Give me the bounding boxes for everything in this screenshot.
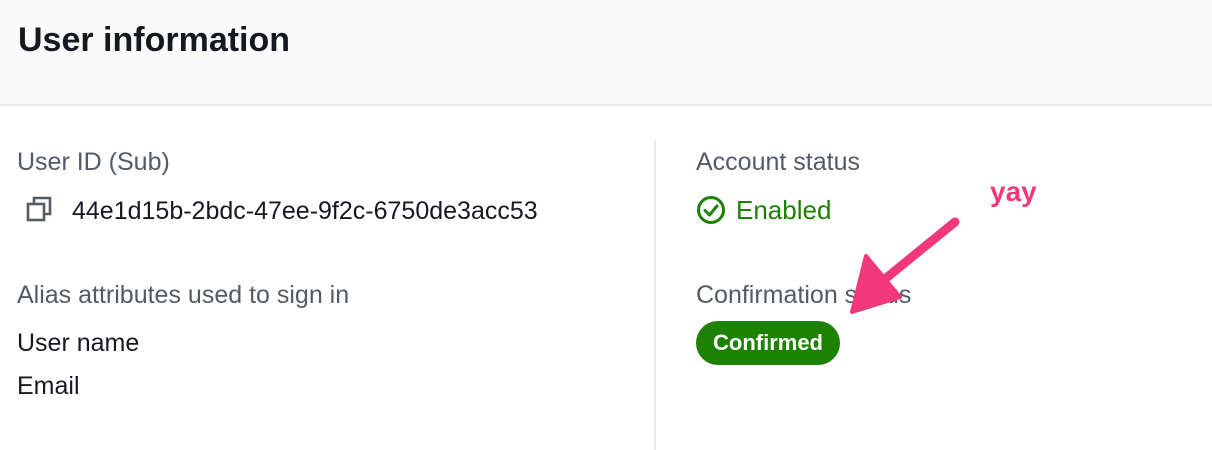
alias-attributes-label: Alias attributes used to sign in [17, 281, 350, 309]
account-status-text: Enabled [736, 195, 832, 225]
user-id-label: User ID (Sub) [17, 148, 170, 176]
confirmation-status-badge: Confirmed [696, 321, 840, 365]
column-divider [654, 140, 656, 450]
account-status-label: Account status [696, 148, 860, 176]
copy-icon [25, 195, 53, 228]
confirmation-status-label: Confirmation status [696, 281, 912, 309]
copy-user-id-button[interactable] [22, 194, 56, 228]
alias-item-email: Email [17, 372, 80, 400]
account-status-value: Enabled [696, 193, 831, 227]
user-id-value: 44e1d15b-2bdc-47ee-9f2c-6750de3acc53 [72, 197, 538, 225]
user-information-panel: User information User ID (Sub) 44e1d15b-… [0, 0, 1212, 450]
check-circle-icon [696, 195, 726, 225]
panel-header: User information [0, 0, 1212, 106]
annotation-text: yay [990, 176, 1037, 207]
alias-item-user-name: User name [17, 329, 140, 357]
panel-title: User information [18, 21, 291, 59]
